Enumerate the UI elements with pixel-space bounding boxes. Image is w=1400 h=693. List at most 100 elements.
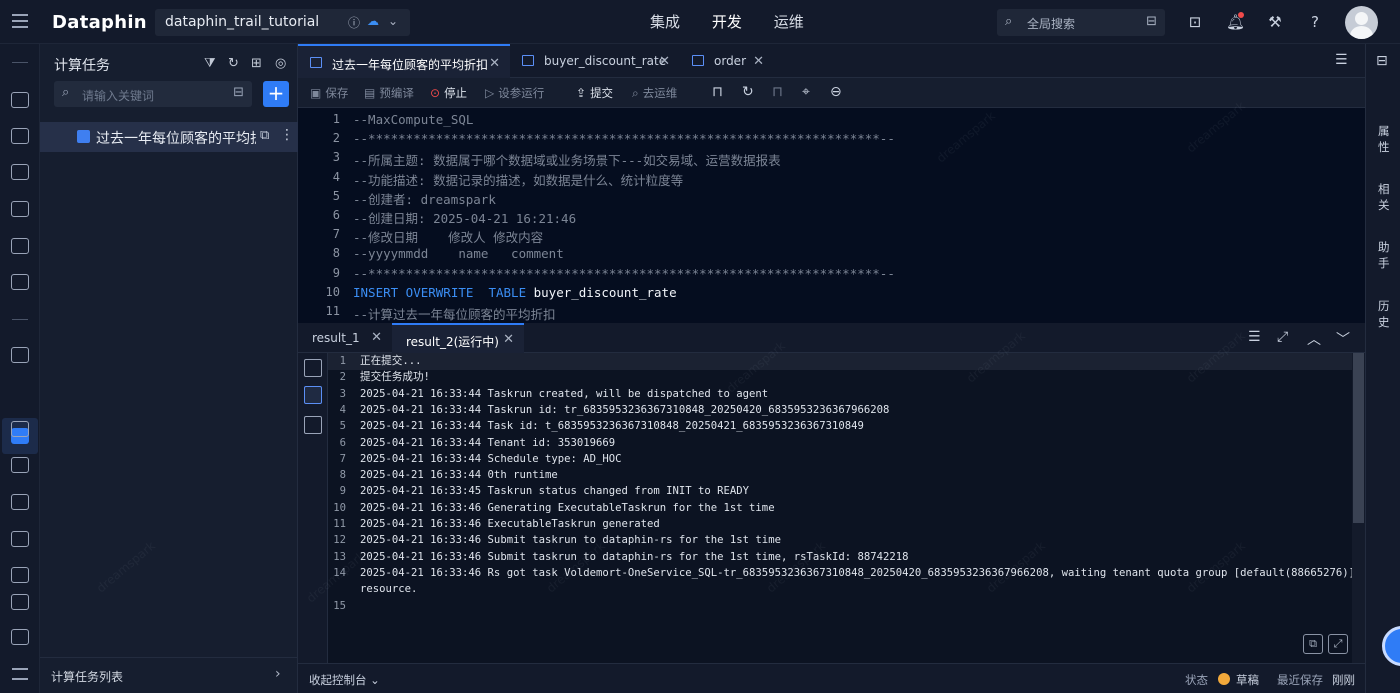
rail-properties[interactable]: 属性 <box>1378 123 1390 155</box>
location-icon[interactable]: ⌖ <box>802 84 810 100</box>
copy-icon[interactable]: ⧉ <box>1303 634 1323 654</box>
rail-layers-icon[interactable] <box>11 201 29 217</box>
to-ops-button[interactable]: ⌕ 去运维 <box>632 85 677 101</box>
precompile-button[interactable]: ▤ 预编译 <box>364 85 414 101</box>
rail-file-icon[interactable] <box>11 531 29 547</box>
expand-icon[interactable]: ⤢ <box>1277 329 1288 345</box>
add-folder-icon[interactable]: ⊞ <box>251 56 262 71</box>
add-task-button[interactable]: + <box>263 81 289 107</box>
close-icon[interactable]: ✕ <box>503 332 514 347</box>
rail-history[interactable]: 历史 <box>1378 298 1390 330</box>
log-view-icon[interactable] <box>304 386 322 404</box>
copy-icon[interactable]: ⧉ <box>260 128 269 143</box>
nav-development[interactable]: 开发 <box>711 0 742 46</box>
brand-logo[interactable]: Dataphin <box>52 12 147 33</box>
rail-sigma-icon[interactable] <box>11 494 29 510</box>
chevron-down-icon[interactable]: ⌄ <box>388 14 398 28</box>
menu-icon[interactable] <box>12 14 28 28</box>
chevron-right-icon[interactable]: › <box>275 666 281 682</box>
search-filter-icon[interactable]: ⊟ <box>233 85 244 100</box>
rail-data-icon[interactable] <box>11 92 29 108</box>
save-icon: ▣ <box>310 86 322 100</box>
log-text: 2025-04-21 16:33:44 Taskrun created, wil… <box>360 387 769 400</box>
filter-icon[interactable]: ⧩ <box>204 56 216 71</box>
submit-button[interactable]: ⇪ 提交 <box>576 85 613 101</box>
tree-item[interactable]: 过去一年每位顾客的平均折扣 ⧉ ⋮ <box>40 122 298 152</box>
unlock-icon[interactable]: ⊓ <box>772 84 783 100</box>
project-selector[interactable]: dataphin_trail_tutorial ⓘ ☁ ⌄ <box>155 9 410 36</box>
chevron-down-icon[interactable]: ﹀ <box>1336 329 1350 349</box>
tab-result-2[interactable]: result_2(运行中) ✕ <box>392 323 524 353</box>
task-list-label: 计算任务列表 <box>51 670 124 684</box>
refresh-icon[interactable]: ↻ <box>228 56 239 71</box>
refresh-icon[interactable]: ↻ <box>742 84 754 100</box>
global-search[interactable]: ⌕ 全局搜索 ⊟ <box>997 9 1165 36</box>
code-view-icon[interactable] <box>304 416 322 434</box>
rail-related[interactable]: 相关 <box>1378 181 1390 213</box>
fullscreen-icon[interactable]: ⤢ <box>1328 634 1348 654</box>
log-text: 2025-04-21 16:33:46 ExecutableTaskrun ge… <box>360 518 660 530</box>
precompile-label: 预编译 <box>379 86 414 100</box>
table-view-icon[interactable] <box>304 359 322 377</box>
stop-label: 停止 <box>444 86 468 100</box>
nav-operations[interactable]: 运维 <box>774 0 804 44</box>
task-list-footer[interactable]: 计算任务列表 › <box>40 657 298 693</box>
rail-settings-icon[interactable] <box>11 629 29 645</box>
chevron-up-icon[interactable]: ︿ <box>1307 329 1321 349</box>
collapse-console-button[interactable]: 收起控制台 ⌄ <box>309 672 380 688</box>
run-params-button[interactable]: ▷ 设参运行 <box>485 85 544 101</box>
task-icon[interactable]: ⊡ <box>1186 13 1204 31</box>
log-line-number: 14 <box>333 566 346 579</box>
layout-icon[interactable]: ⊟ <box>1376 53 1388 69</box>
rail-code-icon[interactable] <box>11 421 29 437</box>
rail-collapse-icon[interactable] <box>12 668 28 680</box>
rail-document-icon[interactable] <box>11 347 29 363</box>
draft-status-icon <box>1218 673 1230 685</box>
list-icon[interactable]: ☰ <box>1248 329 1261 345</box>
close-icon[interactable]: ✕ <box>753 54 764 69</box>
search-icon: ⌕ <box>1005 14 1013 29</box>
close-icon[interactable]: ✕ <box>659 54 670 69</box>
log-line-number: 7 <box>339 452 346 465</box>
last-saved-value: 刚刚 <box>1332 673 1355 687</box>
log-output[interactable]: 1 正在提交... 2 提交任务成功! 3 2025-04-21 16:33:44 Tas… <box>328 353 1352 663</box>
code-line: --计算过去一年每位顾客的平均折扣 <box>353 304 556 323</box>
tab-order[interactable]: order ✕ <box>680 44 774 78</box>
last-saved-label: 最近保存 <box>1277 673 1323 687</box>
log-text: 2025-04-21 16:33:44 Taskrun id: tr_68359… <box>360 403 890 416</box>
rail-dashboard-icon[interactable] <box>11 128 29 144</box>
task-search-input[interactable]: ⌕ 请输入关键词 ⊟ <box>54 81 252 107</box>
rail-assistant[interactable]: 助手 <box>1378 239 1390 271</box>
save-label: 保存 <box>325 86 349 100</box>
locate-icon[interactable]: ◎ <box>275 56 286 71</box>
tab-result-1[interactable]: result_1 ✕ <box>298 323 392 353</box>
more-icon[interactable]: ⋮ <box>280 127 294 143</box>
rail-box-icon[interactable] <box>11 457 29 473</box>
to-ops-label: 去运维 <box>642 86 678 100</box>
wrench-icon[interactable]: ⚒ <box>1266 13 1284 31</box>
stop-button[interactable]: ⊙ 停止 <box>430 85 467 101</box>
rail-check-icon[interactable] <box>11 274 29 290</box>
minus-circle-icon[interactable]: ⊖ <box>830 84 842 100</box>
log-scrollbar[interactable] <box>1352 353 1365 663</box>
rail-trash-icon[interactable] <box>11 567 29 583</box>
tab-label: result_2(运行中) <box>406 335 499 349</box>
search-filter-icon[interactable]: ⊟ <box>1146 14 1157 29</box>
rail-alert-icon[interactable] <box>11 164 29 180</box>
rail-search-doc-icon[interactable] <box>11 594 29 610</box>
list-icon[interactable]: ☰ <box>1335 52 1348 68</box>
tab-task[interactable]: 过去一年每位顾客的平均折扣 ✕ <box>298 44 510 78</box>
info-icon[interactable]: ⓘ <box>348 14 360 31</box>
avatar[interactable] <box>1345 6 1378 39</box>
log-line: 12 2025-04-21 16:33:46 Submit taskrun to … <box>328 532 1352 549</box>
rail-chart-icon[interactable] <box>11 238 29 254</box>
help-icon[interactable]: ? <box>1306 13 1324 31</box>
line-number: 6 <box>332 208 340 222</box>
close-icon[interactable]: ✕ <box>489 56 500 71</box>
tab-buyer-discount-rate[interactable]: buyer_discount_rate ✕ <box>510 44 680 78</box>
save-button[interactable]: ▣ 保存 <box>310 85 348 101</box>
lock-icon[interactable]: ⊓ <box>712 84 723 100</box>
code-editor[interactable]: 1 --MaxCompute_SQL 2 --********************… <box>298 108 1365 323</box>
nav-integration[interactable]: 集成 <box>650 0 680 44</box>
close-icon[interactable]: ✕ <box>371 330 382 345</box>
